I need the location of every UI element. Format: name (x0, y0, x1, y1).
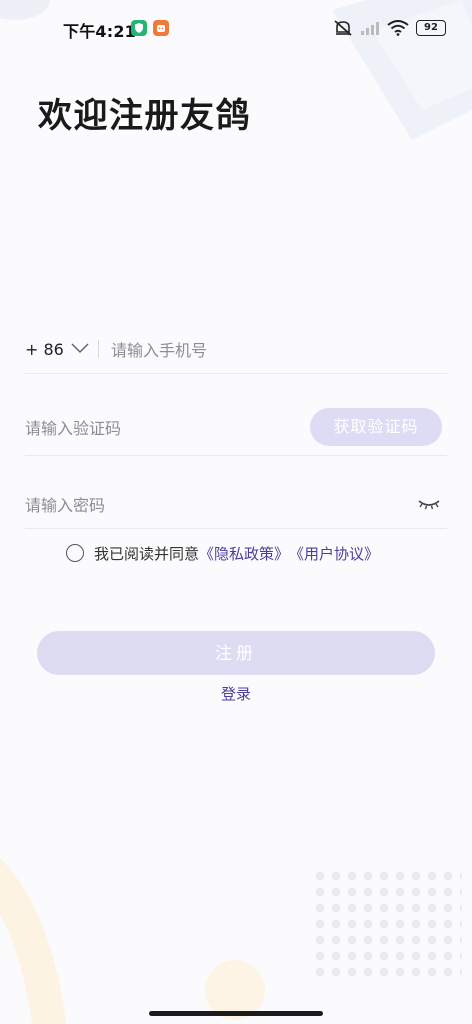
wifi-icon (387, 20, 409, 36)
agreement-checkbox[interactable] (66, 544, 84, 562)
signal-icon (361, 22, 379, 35)
mute-icon (334, 20, 352, 36)
home-indicator[interactable] (149, 1011, 323, 1016)
login-link[interactable]: 登录 (0, 683, 472, 704)
status-icons: 92 (333, 18, 446, 38)
privacy-policy-link[interactable]: 《隐私政策》 (199, 543, 289, 564)
agreement-row: 我已阅读并同意 《隐私政策》 《用户协议》 (66, 541, 379, 565)
user-agreement-link[interactable]: 《用户协议》 (289, 543, 379, 564)
phone-field-row: + 86 (25, 328, 447, 374)
eye-closed-icon[interactable] (417, 496, 441, 512)
register-screen: 下午4:21 92 欢迎注册友鸽 + 86 请输入手机号 请输入验证码 获取验证… (0, 0, 472, 1024)
battery-icon: 92 (416, 20, 446, 36)
get-code-button[interactable]: 获取验证码 (310, 408, 442, 446)
shield-icon (131, 20, 147, 36)
register-button[interactable]: 注册 (37, 631, 435, 675)
page-title: 欢迎注册友鸽 (38, 96, 251, 136)
password-field-row (25, 482, 447, 529)
background-dot-pattern (312, 868, 462, 978)
divider (98, 340, 99, 358)
app-icon (153, 20, 169, 36)
background-decoration (0, 858, 67, 1024)
country-code-selector[interactable]: + 86 (25, 340, 64, 359)
status-time: 下午4:21 (63, 22, 136, 41)
verification-code-input[interactable] (25, 417, 275, 439)
password-input[interactable] (25, 494, 375, 516)
status-bar: 下午4:21 92 (0, 0, 472, 56)
chevron-down-icon[interactable] (71, 342, 89, 354)
code-field-row: 获取验证码 (25, 404, 447, 456)
agreement-text: 我已阅读并同意 (94, 544, 200, 563)
phone-input[interactable] (111, 339, 431, 361)
